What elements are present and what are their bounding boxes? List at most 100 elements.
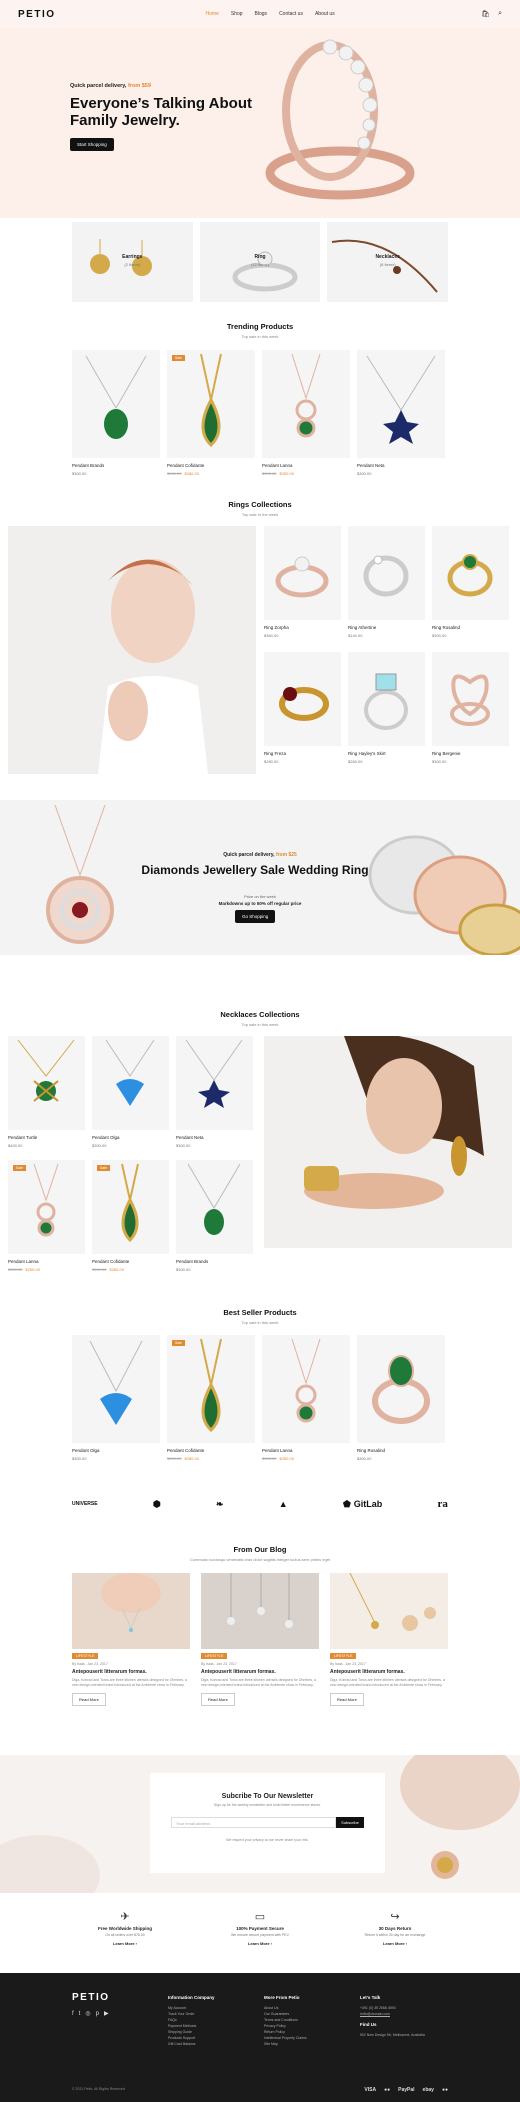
product-name[interactable]: Pendant Turtle (8, 1135, 85, 1140)
necklace-card[interactable]: Sale Pendant Lanna $300.00 $250.00 (8, 1160, 85, 1272)
blog-card[interactable]: LIFESTYLE By Isaia - Jan 23, 2017 Antepo… (201, 1573, 319, 1706)
search-icon[interactable]: ⌕ (498, 10, 502, 18)
learn-more-link[interactable]: Learn More › (195, 1941, 325, 1946)
brand-gitlab[interactable]: ⬟ GitLab (343, 1499, 382, 1510)
social-links: f t ◎ p ▶ (72, 2011, 110, 2017)
nav-blogs[interactable]: Blogs (255, 11, 268, 17)
blog-card[interactable]: LIFESTYLE By Isaia - Jan 23, 2017 Antepo… (72, 1573, 190, 1706)
sale-badge: Sale (13, 1165, 27, 1171)
read-more-button[interactable]: Read More (201, 1693, 235, 1706)
product-name[interactable]: Ring Athertine (348, 625, 425, 630)
feature-sub: On all orders over $75.00 (105, 1933, 145, 1937)
subscribe-button[interactable]: Subscribe (336, 1817, 364, 1828)
product-card[interactable]: Pendant Brands $300.00 (72, 350, 160, 476)
product-card[interactable]: Pendant Olga $300.00 (72, 1335, 160, 1461)
nav-shop[interactable]: Shop (231, 11, 243, 17)
product-price: $300.00 (357, 471, 372, 476)
product-card[interactable]: Pendant Lanna $300.00 $250.00 (262, 350, 350, 476)
category-necklaces[interactable]: Necklaces (8 Items) (327, 222, 449, 302)
category-ring[interactable]: Ring (12 Items) (199, 222, 321, 302)
instagram-icon[interactable]: ◎ (85, 2011, 90, 2017)
product-price: $300.00 $280.00 (167, 1456, 199, 1461)
product-card[interactable]: Pendant Lanna $300.00 $250.00 (262, 1335, 350, 1461)
product-card[interactable]: Sale Pendant Cofidante $300.00 $280.00 (167, 1335, 255, 1461)
blog-post-title[interactable]: Antepouserit litterarum formas. (201, 1669, 319, 1675)
go-shopping-button[interactable]: Go Shopping (235, 910, 276, 923)
product-name[interactable]: Pendant Olga (92, 1135, 169, 1140)
necklace-card[interactable]: Pendant Turtle $400.00 (8, 1036, 85, 1148)
brand-script-icon[interactable]: ❧ (216, 1499, 224, 1510)
nav-about[interactable]: About us (315, 11, 335, 17)
start-shopping-button[interactable]: Start Shopping (70, 138, 114, 151)
product-name[interactable]: Ring Zorpha (264, 625, 341, 630)
product-card[interactable]: Ring Rosalind $300.00 (357, 1335, 445, 1461)
read-more-button[interactable]: Read More (330, 1693, 364, 1706)
footer-link[interactable]: Site Map (264, 2041, 307, 2047)
pendant-image (89, 1340, 143, 1425)
blog-tag[interactable]: LIFESTYLE (201, 1653, 228, 1659)
youtube-icon[interactable]: ▶ (104, 2011, 109, 2017)
ring-image (279, 687, 329, 721)
product-name[interactable]: Pendant Lanna (262, 463, 350, 468)
blog-post-title[interactable]: Antepouserit litterarum formas. (72, 1669, 190, 1675)
product-name[interactable]: Pendant Cofidante (167, 463, 255, 468)
product-name[interactable]: Pendant Cofidante (167, 1448, 255, 1453)
brand-a-icon[interactable]: ▲ (279, 1499, 288, 1509)
card-icon: ▭ (254, 1911, 266, 1923)
product-name[interactable]: Pendant Neta (357, 463, 445, 468)
product-name[interactable]: Ring Freza (264, 751, 341, 756)
product-name[interactable]: Ring Hayley's Skirt (348, 751, 425, 756)
product-card[interactable]: Sale Pendant Cofidante $300.00 $280.00 (167, 350, 255, 476)
product-name[interactable]: Pendant Neta (176, 1135, 253, 1140)
brand-ra[interactable]: ra (438, 1498, 448, 1510)
pendant-image (200, 353, 222, 448)
necklace-card[interactable]: Pendant Brands $300.00 (176, 1160, 253, 1272)
brand-lion-icon[interactable]: ⬢ (153, 1499, 161, 1510)
email-link[interactable]: hello@domain.com (360, 2011, 425, 2017)
read-more-button[interactable]: Read More (72, 1693, 106, 1706)
ring-category-image (232, 251, 298, 292)
learn-more-link[interactable]: Learn More › (330, 1941, 460, 1946)
ring-card[interactable]: Ring Freza $280.00 (264, 652, 341, 764)
product-name[interactable]: Ring Rosalind (432, 625, 509, 630)
nav-contact[interactable]: Contact us (279, 11, 303, 17)
ring-card[interactable]: Ring Hayley's Skirt $260.00 (348, 652, 425, 764)
necklace-card[interactable]: Pendant Neta $300.00 (176, 1036, 253, 1148)
category-earrings[interactable]: Earrings (2 Items) (72, 222, 193, 302)
blog-card[interactable]: LIFESTYLE By Isaia - Jan 23, 2017 Antepo… (330, 1573, 448, 1706)
learn-more-link[interactable]: Learn More › (60, 1941, 190, 1946)
blog-tag[interactable]: LIFESTYLE (330, 1653, 357, 1659)
plane-icon: ✈ (120, 1911, 130, 1923)
product-name[interactable]: Pendant Lanna (262, 1448, 350, 1453)
email-input[interactable]: Your email address (171, 1817, 337, 1828)
product-name[interactable]: Pendant Cofidante (92, 1259, 169, 1264)
necklaces-subtitle: Top sale in this week (241, 1022, 279, 1027)
twitter-icon[interactable]: t (79, 2011, 81, 2017)
main-nav: Home Shop Blogs Contact us About us (206, 11, 335, 17)
cart-icon[interactable]: 🛍 (481, 10, 490, 18)
product-name[interactable]: Pendant Olga (72, 1448, 160, 1453)
footer-link[interactable]: Gift Card Balance (168, 2041, 215, 2047)
ring-card[interactable]: Ring Athertine $140.00 (348, 526, 425, 638)
ring-card[interactable]: Ring Rosalind $300.00 (432, 526, 509, 638)
necklace-card[interactable]: Sale Pendant Cofidante $300.00 $280.00 (92, 1160, 169, 1272)
blog-meta: By Isaia - Jan 23, 2017 (201, 1662, 237, 1666)
blog-post-title[interactable]: Antepouserit litterarum formas. (330, 1669, 448, 1675)
pinterest-icon[interactable]: p (96, 2011, 99, 2017)
product-name[interactable]: Pendant Brands (176, 1259, 253, 1264)
ebay-icon: ebay (422, 2087, 434, 2093)
ring-card[interactable]: Ring Bergenie $300.00 (432, 652, 509, 764)
footer-logo[interactable]: PETIO (72, 1993, 110, 2003)
necklace-card[interactable]: Pendant Olga $300.00 (92, 1036, 169, 1148)
nav-home[interactable]: Home (206, 11, 219, 17)
product-name[interactable]: Ring Bergenie (432, 751, 509, 756)
brand-universe[interactable]: UNIVERSE (72, 1501, 98, 1507)
logo[interactable]: PETIO (18, 9, 56, 20)
blog-tag[interactable]: LIFESTYLE (72, 1653, 99, 1659)
product-name[interactable]: Ring Rosalind (357, 1448, 445, 1453)
ring-card[interactable]: Ring Zorpha $360.00 (264, 526, 341, 638)
product-name[interactable]: Pendant Brands (72, 463, 160, 468)
product-card[interactable]: Pendant Neta $300.00 (357, 350, 445, 476)
product-name[interactable]: Pendant Lanna (8, 1259, 85, 1264)
facebook-icon[interactable]: f (72, 2011, 74, 2017)
